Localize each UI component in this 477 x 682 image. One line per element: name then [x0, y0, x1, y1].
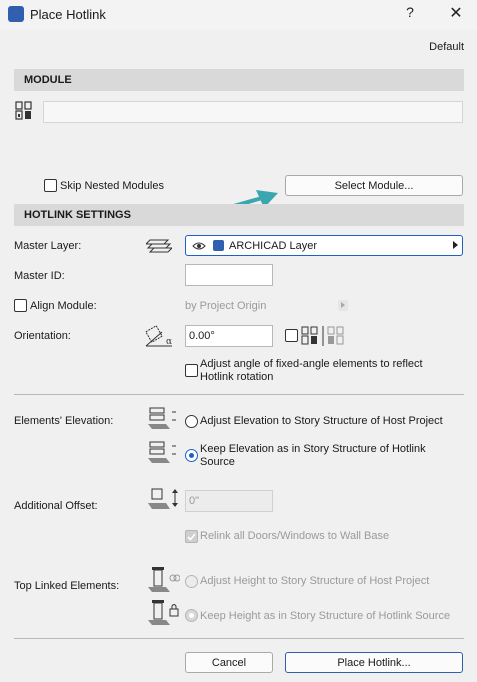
adjust-angle-label-line1: Adjust angle of fixed-angle elements to … — [200, 358, 423, 370]
archicad-layer-icon — [213, 240, 224, 251]
module-path-field[interactable] — [43, 101, 463, 123]
top-linked-adjust-radio[interactable] — [185, 575, 198, 588]
archicad-app-icon — [8, 6, 24, 22]
window-title: Place Hotlink — [30, 7, 106, 22]
master-layer-label: Master Layer: — [14, 240, 82, 252]
elevation-adjust-label: Adjust Elevation to Story Structure of H… — [200, 415, 443, 427]
adjust-angle-label-line2: Hotlink rotation — [200, 371, 274, 383]
svg-text:α: α — [166, 337, 172, 347]
divider — [14, 394, 464, 395]
visibility-eye-icon — [192, 241, 206, 251]
master-layer-value: ARCHICAD Layer — [229, 240, 318, 252]
master-id-input[interactable] — [185, 264, 273, 286]
orientation-label: Orientation: — [14, 330, 71, 342]
layers-icon — [146, 236, 172, 254]
mirror-module-icon — [301, 325, 349, 347]
checkmark-icon — [187, 533, 196, 541]
adjust-angle-checkbox[interactable] — [185, 364, 198, 377]
align-arrow-icon — [341, 302, 345, 308]
offset-icon — [146, 487, 180, 511]
align-arrow-button[interactable] — [338, 300, 348, 311]
relink-checkbox[interactable] — [185, 530, 198, 543]
align-module-label: Align Module: — [30, 300, 97, 312]
profile-label[interactable]: Default — [429, 41, 464, 53]
rotation-angle-icon: α — [142, 322, 178, 352]
orientation-input[interactable]: 0.00° — [185, 325, 273, 347]
top-linked-adjust-label: Adjust Height to Story Structure of Host… — [200, 575, 430, 587]
top-linked-adjust-icon — [146, 565, 180, 593]
top-linked-keep-icon — [146, 598, 180, 626]
mirror-checkbox[interactable] — [285, 329, 298, 342]
additional-offset-input[interactable]: 0" — [185, 490, 273, 512]
top-linked-label: Top Linked Elements: — [14, 580, 120, 592]
elevation-keep-radio[interactable] — [185, 449, 198, 462]
additional-offset-label: Additional Offset: — [14, 500, 98, 512]
align-module-value: by Project Origin — [185, 300, 267, 312]
place-hotlink-button[interactable]: Place Hotlink... — [285, 652, 463, 673]
elevation-keep-label-line1: Keep Elevation as in Story Structure of … — [200, 443, 426, 455]
skip-nested-label: Skip Nested Modules — [60, 180, 164, 192]
dropdown-arrow-icon — [453, 241, 458, 249]
close-button[interactable]: ✕ — [442, 3, 470, 25]
skip-nested-checkbox[interactable] — [44, 179, 57, 192]
module-section-header: MODULE — [14, 69, 464, 91]
align-module-checkbox[interactable] — [14, 299, 27, 312]
elevation-keep-icon — [148, 440, 178, 466]
elevation-adjust-icon — [148, 406, 178, 432]
master-id-label: Master ID: — [14, 270, 65, 282]
hotlink-settings-header: HOTLINK SETTINGS — [14, 204, 464, 226]
help-button[interactable]: ? — [398, 4, 422, 24]
elevation-adjust-radio[interactable] — [185, 415, 198, 428]
module-icon — [14, 100, 40, 124]
elevation-keep-label-line2: Source — [200, 456, 235, 468]
top-linked-keep-label: Keep Height as in Story Structure of Hot… — [200, 610, 451, 622]
relink-label: Relink all Doors/Windows to Wall Base — [200, 530, 390, 542]
cancel-button[interactable]: Cancel — [185, 652, 273, 673]
select-module-button[interactable]: Select Module... — [285, 175, 463, 196]
master-layer-dropdown[interactable]: ARCHICAD Layer — [185, 235, 463, 256]
elements-elevation-label: Elements' Elevation: — [14, 415, 114, 427]
footer-divider — [14, 638, 464, 639]
radio-dot — [189, 613, 194, 618]
top-linked-keep-radio[interactable] — [185, 609, 198, 622]
